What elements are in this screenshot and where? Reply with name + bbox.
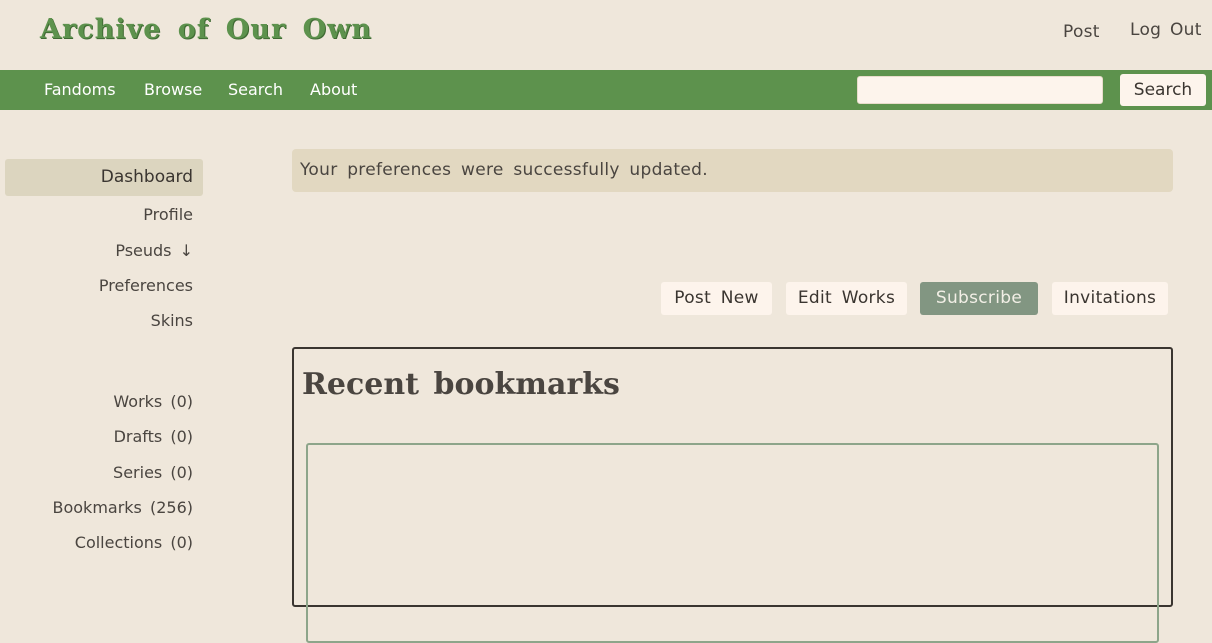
invitations-button[interactable]: Invitations (1052, 282, 1168, 315)
sidebar-item-collections[interactable]: Collections (0) (75, 533, 193, 552)
sidebar-item-works[interactable]: Works (0) (113, 392, 193, 411)
sidebar-item-skins[interactable]: Skins (151, 311, 193, 330)
sidebar-item-dashboard[interactable]: Dashboard (5, 159, 203, 196)
nav-fandoms[interactable]: Fandoms (44, 80, 116, 99)
nav-search[interactable]: Search (228, 80, 283, 99)
sidebar-item-series[interactable]: Series (0) (113, 463, 193, 482)
search-input[interactable] (857, 76, 1103, 104)
nav-about[interactable]: About (310, 80, 357, 99)
site-logo[interactable]: Archive of Our Own (40, 14, 372, 45)
bookmark-list (306, 443, 1159, 643)
success-notice: Your preferences were successfully updat… (292, 149, 1173, 192)
edit-works-button[interactable]: Edit Works (786, 282, 907, 315)
sidebar-item-profile[interactable]: Profile (143, 205, 193, 224)
nav-browse[interactable]: Browse (144, 80, 202, 99)
sidebar-item-preferences[interactable]: Preferences (99, 276, 193, 295)
sidebar-item-drafts[interactable]: Drafts (0) (114, 427, 193, 446)
sidebar-item-bookmarks[interactable]: Bookmarks (256) (53, 498, 194, 517)
recent-bookmarks-heading: Recent bookmarks (302, 367, 620, 402)
sidebar-item-pseuds[interactable]: Pseuds ↓ (115, 241, 193, 260)
post-link[interactable]: Post (1063, 22, 1100, 42)
logout-link[interactable]: Log Out (1130, 20, 1202, 40)
search-button[interactable]: Search (1120, 74, 1206, 106)
subscribe-button[interactable]: Subscribe (920, 282, 1038, 315)
recent-bookmarks-panel: Recent bookmarks (292, 347, 1173, 643)
post-new-button[interactable]: Post New (661, 282, 772, 315)
primary-navigation: Fandoms Browse Search About Search (0, 70, 1212, 110)
